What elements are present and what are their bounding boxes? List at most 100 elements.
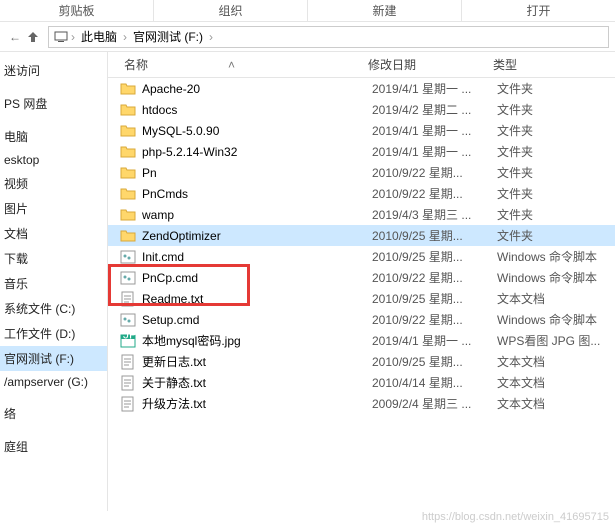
file-row[interactable]: MySQL-5.0.90 2019/4/1 星期一 ...文件夹 xyxy=(108,120,615,141)
breadcrumb[interactable]: › 此电脑 › 官网测试 (F:) › xyxy=(48,26,609,48)
file-row[interactable]: wamp 2019/4/3 星期三 ...文件夹 xyxy=(108,204,615,225)
txt-icon xyxy=(120,291,136,307)
file-type: 文本文档 xyxy=(497,395,545,412)
file-date: 2010/9/22 星期... xyxy=(372,185,497,202)
ribbon-open[interactable]: 打开 xyxy=(462,0,615,21)
column-headers: 名称˄ 修改日期 类型 xyxy=(108,52,615,78)
sidebar-item[interactable]: 图片 xyxy=(0,196,107,221)
sidebar-item[interactable]: 庭组 xyxy=(0,434,107,459)
file-type: Windows 命令脚本 xyxy=(497,248,597,265)
file-row[interactable]: Apache-202019/4/1 星期一 ...文件夹 xyxy=(108,78,615,99)
back-button[interactable]: ← xyxy=(6,28,24,46)
file-row[interactable]: htdocs 2019/4/2 星期二 ...文件夹 xyxy=(108,99,615,120)
file-type: 文本文档 xyxy=(497,374,545,391)
file-name: php-5.2.14-Win32 xyxy=(142,145,237,159)
file-type: 文件夹 xyxy=(497,80,533,97)
crumb-drive[interactable]: 官网测试 (F:) xyxy=(129,28,207,45)
file-name: 关于静态.txt xyxy=(142,374,206,391)
chevron-right-icon: › xyxy=(207,30,215,44)
file-date: 2010/9/25 星期... xyxy=(372,290,497,307)
jpg-icon: JPG xyxy=(120,333,136,349)
file-date: 2019/4/1 星期一 ... xyxy=(372,143,497,160)
file-name: ZendOptimizer xyxy=(142,229,221,243)
chevron-right-icon: › xyxy=(69,30,77,44)
up-button[interactable] xyxy=(24,28,42,46)
file-type: 文件夹 xyxy=(497,206,533,223)
file-row[interactable]: Setup.cmd2010/9/22 星期...Windows 命令脚本 xyxy=(108,309,615,330)
sidebar-item[interactable]: 工作文件 (D:) xyxy=(0,321,107,346)
crumb-pc[interactable]: 此电脑 xyxy=(77,28,121,45)
col-type[interactable]: 类型 xyxy=(493,56,615,73)
sidebar-item[interactable]: 文档 xyxy=(0,221,107,246)
file-type: 文件夹 xyxy=(497,143,533,160)
folder-icon xyxy=(120,123,136,139)
file-date: 2019/4/1 星期一 ... xyxy=(372,332,497,349)
file-name: MySQL-5.0.90 xyxy=(142,124,219,138)
pc-icon xyxy=(53,29,69,45)
sidebar-item[interactable]: 下载 xyxy=(0,246,107,271)
cmd-icon xyxy=(120,312,136,328)
file-name: htdocs xyxy=(142,103,177,117)
sidebar-item[interactable]: 视频 xyxy=(0,171,107,196)
file-row[interactable]: php-5.2.14-Win32 2019/4/1 星期一 ...文件夹 xyxy=(108,141,615,162)
file-date: 2010/4/14 星期... xyxy=(372,374,497,391)
txt-icon xyxy=(120,375,136,391)
svg-text:JPG: JPG xyxy=(123,333,136,342)
file-name: 更新日志.txt xyxy=(142,353,206,370)
file-row[interactable]: 关于静态.txt 2010/4/14 星期...文本文档 xyxy=(108,372,615,393)
file-date: 2010/9/25 星期... xyxy=(372,353,497,370)
file-name: 升级方法.txt xyxy=(142,395,206,412)
file-name: wamp xyxy=(142,208,174,222)
folder-icon xyxy=(120,228,136,244)
file-date: 2010/9/22 星期... xyxy=(372,164,497,181)
sidebar-item[interactable]: PS 网盘 xyxy=(0,91,107,116)
sidebar: 迷访问 PS 网盘电脑esktop视频图片文档下载音乐系统文件 (C:)工作文件 … xyxy=(0,52,108,511)
file-name: 本地mysql密码.jpg xyxy=(142,332,241,349)
ribbon-organize[interactable]: 组织 xyxy=(154,0,308,21)
folder-icon xyxy=(120,207,136,223)
file-type: 文件夹 xyxy=(497,122,533,139)
file-name: Pn xyxy=(142,166,157,180)
file-row[interactable]: ZendOptimizer2010/9/25 星期...文件夹 xyxy=(108,225,615,246)
sidebar-item[interactable]: 络 xyxy=(0,401,107,426)
file-type: WPS看图 JPG 图... xyxy=(497,332,600,349)
sidebar-item[interactable]: 系统文件 (C:) xyxy=(0,296,107,321)
file-row[interactable]: PnCmds2010/9/22 星期...文件夹 xyxy=(108,183,615,204)
file-date: 2010/9/25 星期... xyxy=(372,248,497,265)
sidebar-item[interactable]: /ampserver (G:) xyxy=(0,371,107,393)
file-row[interactable]: Init.cmd 2010/9/25 星期...Windows 命令脚本 xyxy=(108,246,615,267)
file-type: Windows 命令脚本 xyxy=(497,311,597,328)
cmd-icon xyxy=(120,270,136,286)
file-type: 文件夹 xyxy=(497,164,533,181)
folder-icon xyxy=(120,144,136,160)
col-name[interactable]: 名称˄ xyxy=(108,56,368,73)
file-row[interactable]: Pn 2010/9/22 星期...文件夹 xyxy=(108,162,615,183)
file-date: 2019/4/1 星期一 ... xyxy=(372,122,497,139)
file-row[interactable]: 更新日志.txt2010/9/25 星期...文本文档 xyxy=(108,351,615,372)
ribbon: 剪贴板 组织 新建 打开 xyxy=(0,0,615,22)
sidebar-item[interactable]: 电脑 xyxy=(0,124,107,149)
file-row[interactable]: JPG 本地mysql密码.jpg 2019/4/1 星期一 ...WPS看图 JP… xyxy=(108,330,615,351)
file-date: 2019/4/2 星期二 ... xyxy=(372,101,497,118)
file-date: 2010/9/22 星期... xyxy=(372,269,497,286)
ribbon-clipboard[interactable]: 剪贴板 xyxy=(0,0,154,21)
file-name: Setup.cmd xyxy=(142,313,199,327)
sidebar-item[interactable]: esktop xyxy=(0,149,107,171)
file-pane: 名称˄ 修改日期 类型 Apache-202019/4/1 星期一 ...文件夹… xyxy=(108,52,615,511)
chevron-right-icon: › xyxy=(121,30,129,44)
sidebar-item[interactable]: 官网测试 (F:) xyxy=(0,346,107,371)
file-type: 文件夹 xyxy=(497,101,533,118)
ribbon-new[interactable]: 新建 xyxy=(308,0,462,21)
col-date[interactable]: 修改日期 xyxy=(368,56,493,73)
file-date: 2010/9/25 星期... xyxy=(372,227,497,244)
folder-icon xyxy=(120,186,136,202)
file-row[interactable]: PnCp.cmd2010/9/22 星期...Windows 命令脚本 xyxy=(108,267,615,288)
file-date: 2019/4/3 星期三 ... xyxy=(372,206,497,223)
file-date: 2009/2/4 星期三 ... xyxy=(372,395,497,412)
file-row[interactable]: Readme.txt2010/9/25 星期...文本文档 xyxy=(108,288,615,309)
sidebar-item[interactable]: 迷访问 xyxy=(0,58,107,83)
file-type: 文本文档 xyxy=(497,290,545,307)
file-row[interactable]: 升级方法.txt 2009/2/4 星期三 ...文本文档 xyxy=(108,393,615,414)
file-name: Init.cmd xyxy=(142,250,184,264)
sidebar-item[interactable]: 音乐 xyxy=(0,271,107,296)
